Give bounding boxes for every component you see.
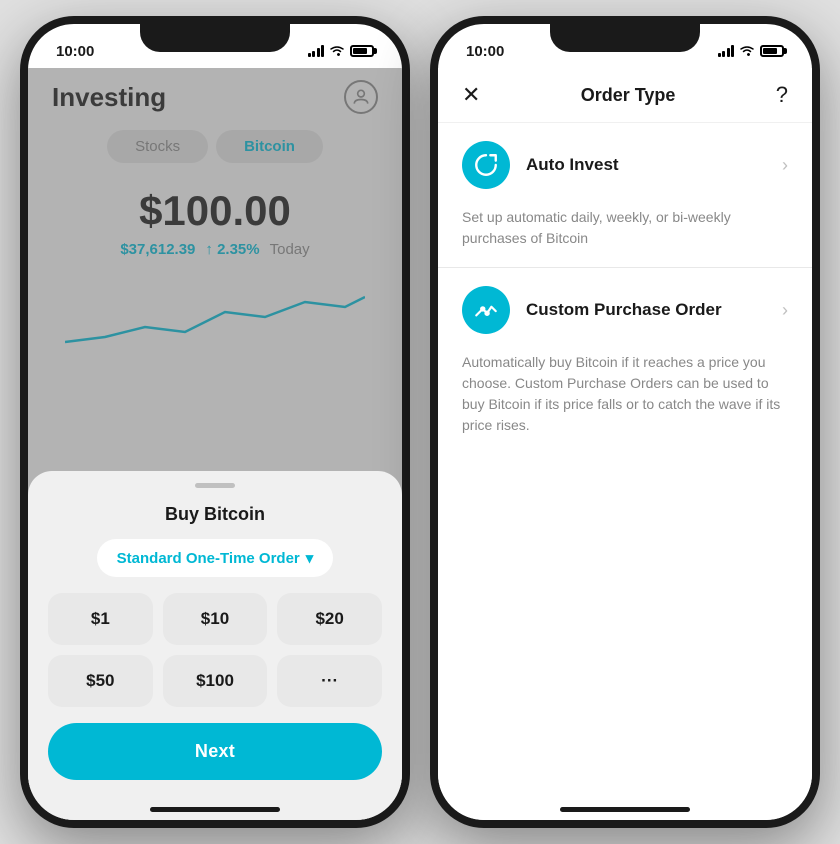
- order-type-label: Standard One-Time Order: [117, 550, 300, 567]
- custom-order-chevron: ›: [782, 300, 788, 321]
- status-bar-left: 10:00: [28, 24, 402, 68]
- custom-order-icon: [462, 286, 510, 334]
- wifi-icon-right: [739, 45, 755, 57]
- auto-invest-text: Auto Invest: [526, 155, 782, 175]
- order-type-button[interactable]: Standard One-Time Order ▾: [97, 539, 334, 577]
- time-right: 10:00: [466, 43, 504, 60]
- amount-10[interactable]: $10: [163, 593, 268, 645]
- amount-100[interactable]: $100: [163, 655, 268, 707]
- amount-1[interactable]: $1: [48, 593, 153, 645]
- sheet-title: Buy Bitcoin: [48, 504, 382, 525]
- home-indicator-right: [560, 807, 690, 812]
- status-icons-right: [718, 45, 785, 57]
- custom-order-option[interactable]: Custom Purchase Order ›: [438, 268, 812, 352]
- time-left: 10:00: [56, 43, 94, 60]
- help-button[interactable]: ?: [776, 82, 788, 108]
- right-screen: ✕ Order Type ? Auto Invest › Set up auto…: [438, 68, 812, 820]
- amount-more[interactable]: ···: [277, 655, 382, 707]
- bottom-sheet: Buy Bitcoin Standard One-Time Order ▾ $1…: [28, 471, 402, 820]
- signal-icon: [308, 45, 325, 57]
- amount-20[interactable]: $20: [277, 593, 382, 645]
- signal-icon-right: [718, 45, 735, 57]
- battery-icon-right: [760, 45, 784, 57]
- status-bar-right: 10:00: [438, 24, 812, 68]
- left-phone: 10:00 Investing: [20, 16, 410, 828]
- auto-invest-icon: [462, 141, 510, 189]
- auto-invest-desc: Set up automatic daily, weekly, or bi-we…: [438, 207, 812, 267]
- custom-order-name: Custom Purchase Order: [526, 300, 782, 320]
- close-button[interactable]: ✕: [462, 84, 480, 106]
- battery-icon: [350, 45, 374, 57]
- left-screen: Investing Stocks Bitcoin $100.00 $37,612…: [28, 68, 402, 820]
- auto-invest-chevron: ›: [782, 155, 788, 176]
- custom-order-text: Custom Purchase Order: [526, 300, 782, 320]
- wifi-icon: [329, 45, 345, 57]
- dropdown-chevron: ▾: [306, 549, 314, 567]
- order-type-header: ✕ Order Type ?: [438, 68, 812, 123]
- custom-order-desc: Automatically buy Bitcoin if it reaches …: [438, 352, 812, 454]
- auto-invest-name: Auto Invest: [526, 155, 782, 175]
- home-indicator-left: [150, 807, 280, 812]
- right-phone: 10:00 ✕ Order Type ?: [430, 16, 820, 828]
- auto-invest-option[interactable]: Auto Invest ›: [438, 123, 812, 207]
- amount-50[interactable]: $50: [48, 655, 153, 707]
- sheet-handle: [195, 483, 235, 488]
- status-icons-left: [308, 45, 375, 57]
- amount-grid: $1 $10 $20 $50 $100 ···: [48, 593, 382, 707]
- header-title: Order Type: [581, 85, 676, 106]
- next-button[interactable]: Next: [48, 723, 382, 780]
